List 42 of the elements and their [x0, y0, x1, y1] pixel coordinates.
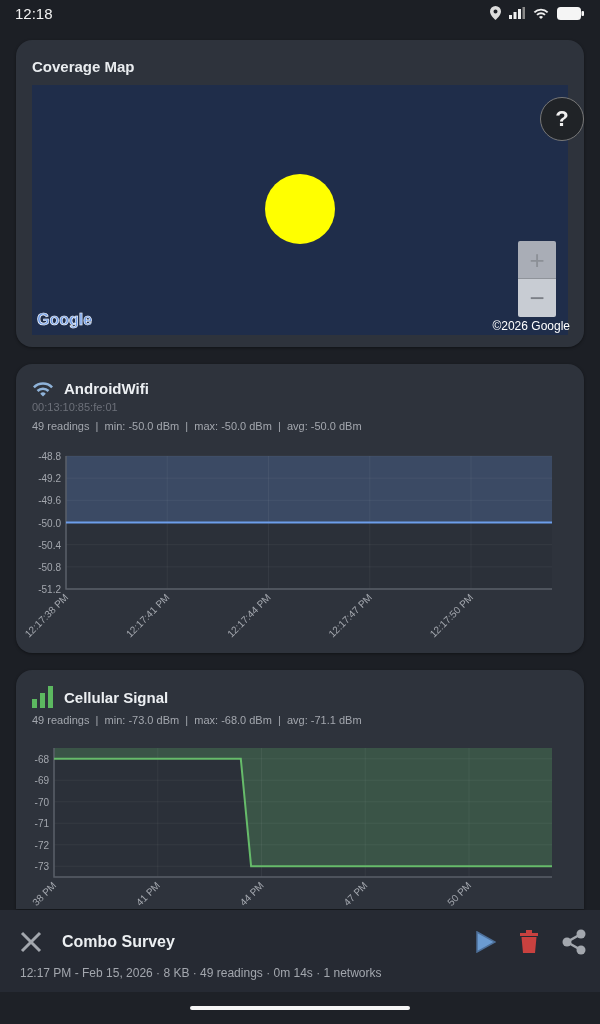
axis-label: -69	[34, 775, 49, 787]
wifi-icon	[32, 380, 54, 397]
delete-button[interactable]	[520, 930, 538, 954]
play-button[interactable]	[476, 931, 496, 953]
map-logo: Google	[37, 311, 93, 329]
battery-icon	[557, 6, 584, 20]
share-button[interactable]	[562, 929, 586, 955]
axis-label: -50.4	[38, 539, 61, 551]
axis-label: -49.6	[38, 495, 61, 507]
network-name: AndroidWifi	[64, 380, 149, 397]
axis-label: -50.8	[38, 561, 61, 573]
network-stats: 49 readings | min: -73.0 dBm | max: -68.0 dBm | avg: -71.1 dBm	[32, 713, 363, 728]
survey-title: Combo Survey	[62, 933, 176, 951]
signal-bars-icon	[32, 686, 54, 708]
network-stats: 49 readings | min: -50.0 dBm | max: -50.0 dBm | avg: -50.0 dBm	[32, 419, 363, 434]
wifi-icon	[533, 6, 549, 20]
axis-label: -73	[34, 861, 49, 873]
zoom-out-button[interactable]: −	[518, 279, 556, 317]
status-time: 12:18	[15, 4, 53, 22]
close-button[interactable]	[20, 931, 42, 953]
axis-label: 41 PM	[133, 879, 163, 908]
axis-label: -48.8	[38, 451, 61, 462]
axis-label: 38 PM	[30, 879, 59, 908]
axis-label: 47 PM	[341, 879, 370, 908]
network-address: 00:13:10:85:fe:01	[32, 400, 119, 414]
survey-details: 12:17 PM - Feb 15, 2026 · 8 KB · 49 readings · 0m 14s · 1 networks	[20, 966, 383, 980]
map-attribution: ©2026 Google	[492, 319, 570, 333]
network-name: Cellular Signal	[64, 688, 169, 706]
signal-icon	[509, 7, 525, 19]
axis-label: -49.2	[38, 473, 61, 485]
axis-label: 44 PM	[237, 879, 266, 908]
map-area[interactable]	[32, 85, 568, 335]
axis-label: -72	[34, 839, 49, 851]
axis-label: -70	[34, 796, 49, 808]
axis-label: -51.2	[38, 584, 61, 595]
axis-label: 50 PM	[445, 879, 474, 908]
card-title: Coverage Map	[32, 58, 136, 76]
location-icon	[490, 6, 501, 20]
axis-label: -50.0	[38, 517, 61, 529]
axis-label: -68	[34, 753, 49, 765]
zoom-in-button[interactable]: +	[518, 241, 556, 279]
axis-label: -71	[34, 818, 49, 830]
